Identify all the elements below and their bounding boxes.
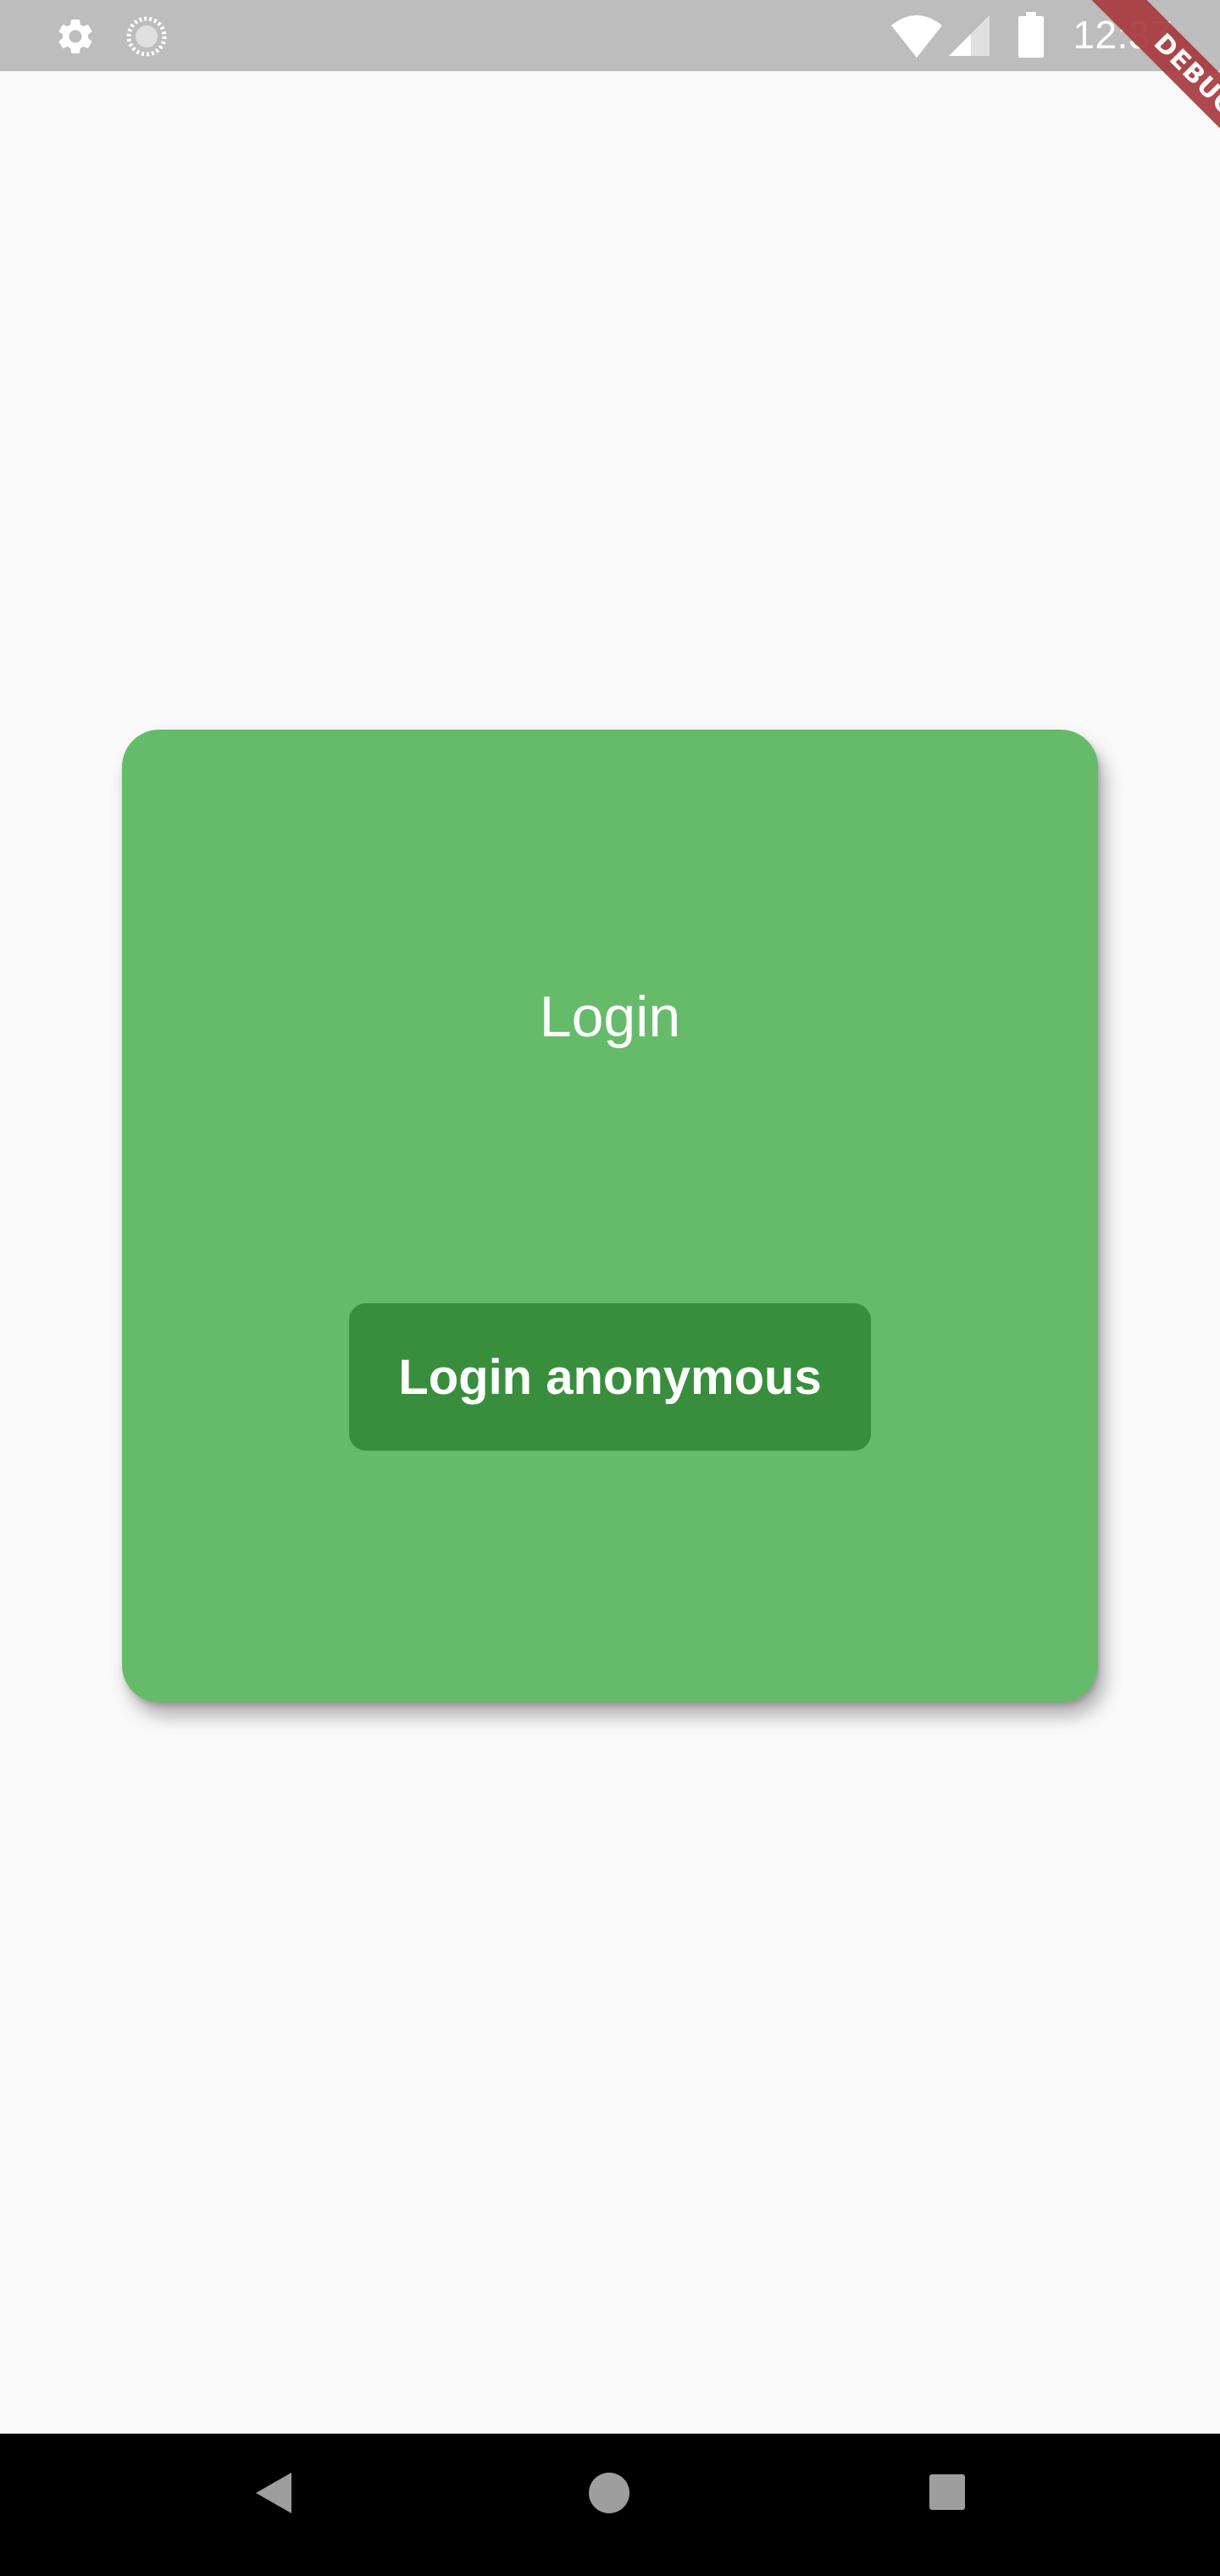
recents-icon[interactable]	[928, 2473, 967, 2512]
gear-icon	[58, 19, 92, 53]
wifi-icon	[891, 15, 942, 58]
loading-icon	[126, 16, 167, 57]
clock: 12:37	[1073, 13, 1173, 57]
back-icon[interactable]	[251, 2469, 295, 2517]
status-bar: 12:37	[0, 0, 1220, 71]
login-card: Login Login anonymous	[122, 730, 1098, 1702]
login-anonymous-button[interactable]: Login anonymous	[349, 1303, 871, 1451]
home-icon[interactable]	[588, 2472, 630, 2514]
card-title: Login	[539, 985, 681, 1049]
cell-signal-icon	[949, 15, 990, 56]
nav-bar	[0, 2434, 1220, 2576]
battery-icon	[1018, 12, 1044, 58]
